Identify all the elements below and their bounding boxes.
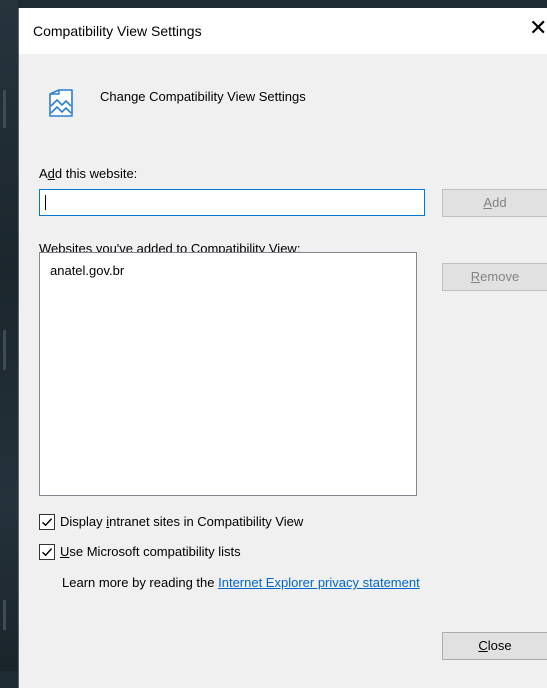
title-bar[interactable]: Compatibility View Settings ✕: [19, 8, 547, 54]
desktop-edge-mark: [3, 600, 6, 630]
add-website-label-part: A: [39, 166, 48, 181]
add-button[interactable]: Add: [442, 189, 547, 217]
remove-button-mnemonic: R: [470, 269, 481, 284]
desktop-edge-mark: [3, 330, 6, 370]
add-button-label: dd: [492, 195, 507, 210]
add-website-label-rest: d this website:: [54, 166, 138, 181]
checkmark-icon: [42, 548, 53, 557]
add-website-label: Add this website:: [39, 166, 137, 181]
intranet-label-rest: ntranet sites in Compatibility View: [109, 514, 304, 529]
learn-more-text: Learn more by reading the Internet Explo…: [62, 575, 420, 590]
header-text: Change Compatibility View Settings: [100, 89, 306, 104]
close-button-label: lose: [487, 638, 512, 653]
learn-more-prefix: Learn more by reading the: [62, 575, 219, 590]
close-icon[interactable]: ✕: [529, 17, 547, 41]
privacy-statement-link[interactable]: Internet Explorer privacy statement: [218, 575, 420, 590]
websites-listbox[interactable]: anatel.gov.br: [39, 252, 417, 496]
list-item[interactable]: anatel.gov.br: [50, 263, 124, 278]
close-button[interactable]: Close: [442, 632, 547, 660]
desktop-background: [0, 0, 18, 671]
intranet-checkbox-label: Display intranet sites in Compatibility …: [60, 514, 303, 529]
add-website-label-mnemonic: d: [47, 166, 55, 181]
microsoft-lists-checkbox[interactable]: [39, 544, 55, 560]
dialog-title: Compatibility View Settings: [33, 23, 202, 39]
compatibility-view-dialog: Compatibility View Settings ✕ Change Com…: [18, 8, 547, 688]
remove-button[interactable]: Remove: [442, 263, 547, 291]
add-button-mnemonic: A: [483, 195, 493, 210]
microsoft-lists-label-rest: se Microsoft compatibility lists: [69, 544, 241, 559]
desktop-edge-mark: [3, 90, 6, 128]
microsoft-lists-checkbox-label: Use Microsoft compatibility lists: [60, 544, 241, 559]
text-caret: [45, 195, 46, 210]
remove-button-label: emove: [480, 269, 520, 284]
intranet-checkbox[interactable]: [39, 514, 55, 530]
intranet-label-prefix: Display: [60, 514, 107, 529]
checkmark-icon: [42, 518, 53, 527]
compatibility-page-icon: [49, 89, 73, 117]
add-website-input[interactable]: [39, 189, 425, 216]
microsoft-lists-label-mnemonic: U: [60, 544, 70, 559]
close-button-mnemonic: C: [478, 638, 488, 653]
